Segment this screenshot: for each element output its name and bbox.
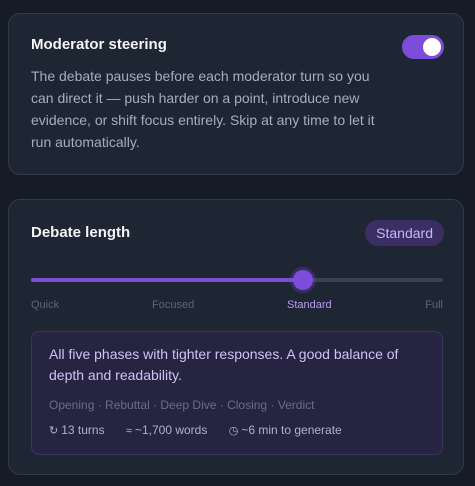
length-info-panel: All five phases with tighter responses. … <box>31 331 443 455</box>
stat-time-text: ~6 min to generate <box>241 423 342 437</box>
stat-words-text: ~1,700 words <box>134 423 208 437</box>
slider-option-standard[interactable]: Standard <box>287 299 332 311</box>
clock-icon: ◷ <box>228 425 239 437</box>
stat-time: ◷ ~6 min to generate <box>229 423 342 437</box>
debate-length-title: Debate length <box>31 224 131 241</box>
length-info-phases: Opening · Rebuttal · Deep Dive · Closing… <box>49 398 315 412</box>
toggle-knob <box>423 38 441 56</box>
moderator-steering-toggle[interactable] <box>402 35 444 59</box>
stat-words: ≈ ~1,700 words <box>126 423 207 437</box>
length-stats: ↻ 13 turns ≈ ~1,700 words ◷ ~6 min to gener… <box>49 423 360 437</box>
turns-icon: ↻ <box>49 425 59 437</box>
stat-turns: ↻ 13 turns <box>49 423 105 437</box>
slider-option-quick[interactable]: Quick <box>31 299 59 311</box>
debate-length-slider[interactable] <box>31 270 443 290</box>
length-info-description: All five phases with tighter responses. … <box>49 346 399 383</box>
slider-fill <box>31 278 303 282</box>
moderator-steering-description: The debate pauses before each moderator … <box>31 68 375 150</box>
slider-thumb[interactable] <box>292 270 313 290</box>
debate-length-card: Debate length Standard Quick Focused Sta… <box>8 199 464 475</box>
slider-option-full[interactable]: Full <box>425 299 443 311</box>
slider-option-focused[interactable]: Focused <box>152 299 194 311</box>
stat-turns-text: 13 turns <box>61 423 105 437</box>
moderator-steering-card: Moderator steering The debate pauses bef… <box>8 13 464 175</box>
debate-length-badge: Standard <box>365 220 444 246</box>
words-icon: ≈ <box>125 425 132 437</box>
moderator-steering-title: Moderator steering <box>31 36 167 53</box>
